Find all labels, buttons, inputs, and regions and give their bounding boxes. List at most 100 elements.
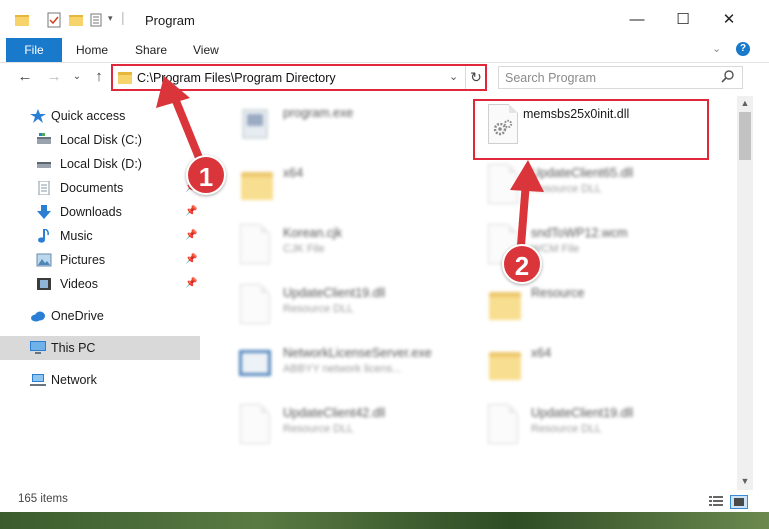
list-item[interactable]: sndToWP12.wcm WCM File bbox=[463, 216, 713, 272]
sidebar-item-label: Pictures bbox=[60, 253, 106, 267]
list-item[interactable]: x64 bbox=[215, 156, 465, 212]
list-item[interactable]: x64 bbox=[463, 336, 713, 392]
desktop-background bbox=[0, 512, 769, 529]
vertical-scrollbar[interactable]: ▲ ▼ bbox=[737, 96, 753, 490]
sidebar-item-videos[interactable]: Videos 📌 bbox=[0, 272, 200, 296]
arrow-up-icon: ↑ bbox=[95, 68, 103, 85]
new-folder-icon[interactable] bbox=[68, 12, 84, 28]
maximize-button[interactable]: ☐ bbox=[660, 4, 706, 36]
folder-icon bbox=[118, 72, 132, 84]
back-button[interactable]: ← bbox=[14, 66, 36, 88]
computer-icon bbox=[30, 341, 46, 354]
scroll-up-icon[interactable]: ▲ bbox=[737, 98, 753, 108]
pin-icon[interactable]: 📌 bbox=[185, 254, 197, 265]
separator: | bbox=[121, 9, 125, 25]
download-icon bbox=[37, 205, 51, 219]
sidebar-item-local-disk-d[interactable]: Local Disk (D:) bbox=[0, 152, 200, 176]
scrollbar-thumb[interactable] bbox=[739, 112, 751, 160]
file-type: Resource DLL bbox=[531, 183, 602, 195]
address-bar[interactable]: C:\Program Files\Program Directory ⌄ ↻ bbox=[111, 64, 487, 91]
list-item[interactable]: program.exe bbox=[215, 96, 465, 152]
item-count: 165 items bbox=[18, 493, 68, 505]
folder-icon[interactable] bbox=[14, 12, 30, 28]
list-item[interactable]: Korean.cjk CJK File bbox=[215, 216, 465, 272]
help-icon[interactable]: ? bbox=[736, 42, 750, 56]
tab-file[interactable]: File bbox=[6, 38, 62, 62]
sidebar-item-label: Music bbox=[60, 229, 93, 243]
recent-locations-button[interactable]: ⌄ bbox=[66, 66, 88, 88]
dll-icon bbox=[237, 282, 273, 326]
list-item[interactable]: UpdateClient42.dll Resource DLL bbox=[215, 396, 465, 452]
file-name: Resource bbox=[531, 286, 585, 300]
tab-share[interactable]: Share bbox=[135, 38, 167, 62]
sidebar-item-label: Documents bbox=[60, 181, 124, 195]
step-badge-2: 2 bbox=[502, 244, 542, 284]
scroll-down-icon[interactable]: ▼ bbox=[737, 476, 753, 486]
large-icons-view-icon[interactable] bbox=[730, 495, 748, 509]
list-item[interactable]: NetworkLicenseServer.exe ABBYY network l… bbox=[215, 336, 465, 392]
file-highlight-box bbox=[473, 99, 709, 160]
sidebar-item-label: This PC bbox=[51, 341, 96, 355]
videos-icon bbox=[37, 278, 51, 290]
star-icon bbox=[30, 109, 46, 123]
list-item[interactable]: UpdateClient19.dll Resource DLL bbox=[215, 276, 465, 332]
exe-icon bbox=[239, 350, 271, 376]
pin-icon[interactable]: 📌 bbox=[185, 230, 197, 241]
drive-icon bbox=[37, 162, 51, 168]
sidebar-item-downloads[interactable]: Downloads 📌 bbox=[0, 200, 200, 224]
documents-icon bbox=[38, 181, 50, 195]
pin-icon[interactable]: 📌 bbox=[185, 278, 197, 289]
search-input[interactable] bbox=[505, 69, 705, 86]
explorer-window: ▾ | Program — ☐ ✕ File Home Share View ⌄… bbox=[0, 0, 769, 512]
file-name: program.exe bbox=[283, 106, 354, 120]
exe-icon bbox=[242, 109, 268, 139]
sidebar-item-this-pc[interactable]: This PC bbox=[0, 336, 200, 360]
details-view-icon[interactable] bbox=[708, 495, 724, 507]
tab-view[interactable]: View bbox=[193, 38, 219, 62]
refresh-icon[interactable]: ↻ bbox=[465, 66, 486, 89]
navigation-pane: Quick access Local Disk (C:) Local Disk … bbox=[0, 100, 200, 490]
status-bar: 165 items bbox=[0, 490, 769, 512]
file-type: ABBYY network licens... bbox=[283, 363, 402, 375]
dll-icon bbox=[237, 402, 273, 446]
close-button[interactable]: ✕ bbox=[706, 4, 752, 36]
file-name: UpdateClient19.dll bbox=[531, 406, 634, 420]
customize-toolbar-icon[interactable] bbox=[90, 12, 108, 28]
window-title: Program bbox=[145, 13, 195, 28]
file-type: Resource DLL bbox=[531, 423, 602, 435]
sidebar-item-network[interactable]: Network bbox=[0, 368, 200, 392]
list-item[interactable]: UpdateClient19.dll Resource DLL bbox=[463, 396, 713, 452]
file-name: x64 bbox=[283, 166, 304, 180]
properties-icon[interactable] bbox=[46, 12, 62, 28]
sidebar-item-quick-access[interactable]: Quick access bbox=[0, 104, 200, 128]
sidebar-item-onedrive[interactable]: OneDrive bbox=[0, 304, 200, 328]
file-name: sndToWP12.wcm bbox=[531, 226, 628, 240]
search-icon[interactable] bbox=[721, 69, 735, 85]
list-item[interactable]: UpdateClient65.dll Resource DLL bbox=[463, 156, 713, 212]
chevron-down-icon[interactable]: ▾ bbox=[108, 13, 113, 24]
network-icon bbox=[30, 374, 46, 386]
sidebar-item-local-disk-c[interactable]: Local Disk (C:) bbox=[0, 128, 200, 152]
file-type: CJK File bbox=[283, 243, 325, 255]
minimize-button[interactable]: — bbox=[614, 4, 660, 36]
folder-icon bbox=[237, 162, 273, 206]
music-icon bbox=[38, 229, 49, 243]
file-name: UpdateClient65.dll bbox=[531, 166, 634, 180]
file-name: UpdateClient19.dll bbox=[283, 286, 386, 300]
tab-home[interactable]: Home bbox=[76, 38, 108, 62]
step-badge-1: 1 bbox=[186, 155, 226, 195]
sidebar-item-documents[interactable]: Documents 📌 bbox=[0, 176, 200, 200]
sidebar-item-music[interactable]: Music 📌 bbox=[0, 224, 200, 248]
address-path[interactable]: C:\Program Files\Program Directory bbox=[137, 71, 336, 85]
up-button[interactable]: ↑ bbox=[88, 66, 110, 88]
list-item[interactable]: Resource bbox=[463, 276, 713, 332]
dll-icon bbox=[485, 162, 521, 206]
search-box[interactable] bbox=[498, 66, 743, 89]
chevron-down-icon[interactable]: ⌄ bbox=[449, 70, 458, 83]
forward-button[interactable]: → bbox=[43, 66, 65, 88]
sidebar-item-label: Videos bbox=[60, 277, 98, 291]
pin-icon[interactable]: 📌 bbox=[185, 206, 197, 217]
sidebar-item-pictures[interactable]: Pictures 📌 bbox=[0, 248, 200, 272]
chevron-down-icon[interactable]: ⌄ bbox=[712, 42, 721, 55]
sidebar-item-label: Downloads bbox=[60, 205, 122, 219]
